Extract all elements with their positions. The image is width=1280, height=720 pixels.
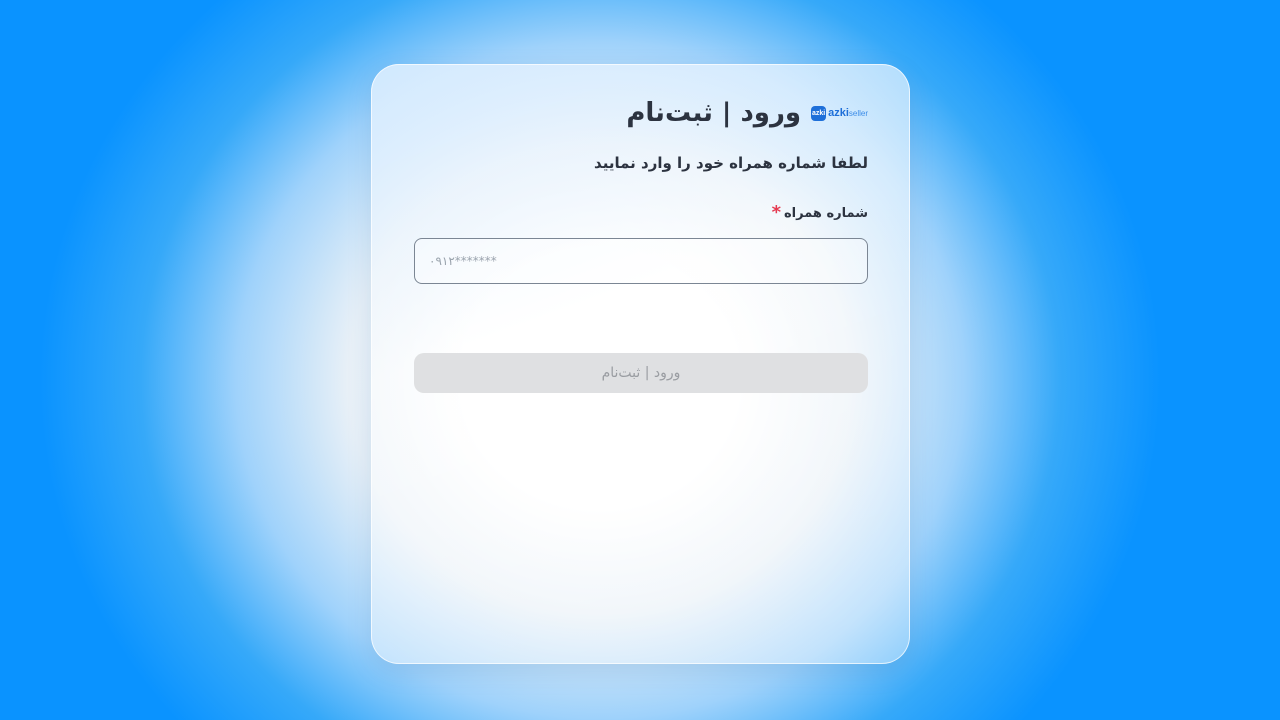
login-register-button[interactable]: ورود | ثبت‌نام (414, 353, 868, 393)
azki-seller-logo: azki azkiseller (811, 105, 868, 121)
login-card: azki azkiseller ورود | ثبت‌نام لطفا شمار… (371, 64, 910, 664)
azki-logo-badge-icon: azki (811, 105, 827, 121)
phone-input[interactable] (414, 238, 868, 284)
page-title: ورود | ثبت‌نام (626, 98, 802, 128)
logo-main-text: azki (828, 107, 849, 119)
logo-sub-text: seller (848, 109, 868, 118)
card-header: azki azkiseller ورود | ثبت‌نام (626, 98, 868, 128)
phone-label-text: شماره همراه (783, 206, 868, 221)
form-subtitle: لطفا شماره همراه خود را وارد نمایید (594, 154, 868, 172)
logo-wordmark: azkiseller (828, 107, 868, 119)
phone-field-label: شماره همراه * (771, 202, 868, 223)
required-asterisk-icon: * (771, 202, 781, 223)
